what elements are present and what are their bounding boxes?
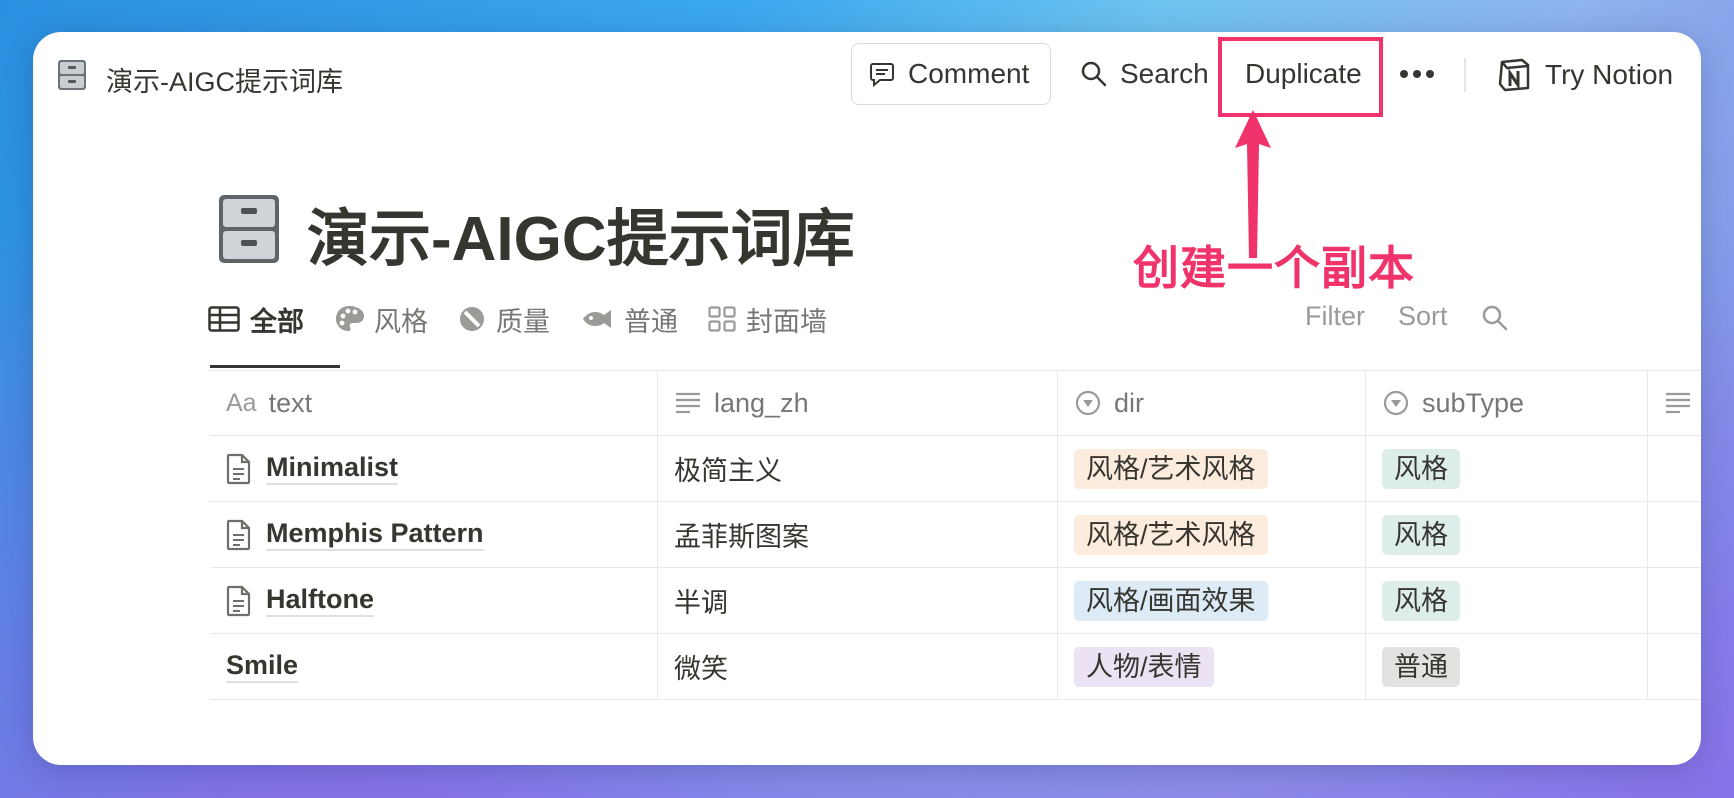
lang-zh-cell[interactable]: 孟菲斯图案 bbox=[658, 502, 1058, 567]
table-row[interactable]: Memphis Pattern 孟菲斯图案 风格/艺术风格 风格 bbox=[210, 501, 1701, 567]
column-header-text[interactable]: Aa text bbox=[210, 371, 658, 435]
text-lines-icon bbox=[676, 392, 700, 414]
table-row[interactable]: Smile 微笑 人物/表情 普通 bbox=[210, 633, 1701, 700]
comment-label: Comment bbox=[908, 58, 1030, 89]
column-header-dir[interactable]: dir bbox=[1058, 371, 1366, 435]
file-cabinet-icon bbox=[219, 195, 279, 263]
tab-label: 封面墙 bbox=[746, 306, 827, 337]
dir-tag: 人物/表情 bbox=[1074, 646, 1214, 687]
dir-tag: 风格/艺术风格 bbox=[1074, 448, 1268, 489]
more-dot bbox=[1426, 70, 1434, 78]
more-dot bbox=[1400, 70, 1408, 78]
column-label: lang_zh bbox=[714, 387, 809, 418]
dir-cell[interactable]: 风格/画面效果 bbox=[1058, 568, 1366, 633]
try-notion-label: Try Notion bbox=[1545, 59, 1674, 90]
subtype-cell[interactable]: 普通 bbox=[1366, 634, 1648, 699]
active-tab-indicator bbox=[210, 365, 340, 368]
row-title[interactable]: Halftone bbox=[266, 584, 374, 618]
text-cell[interactable]: Minimalist bbox=[210, 436, 658, 501]
document-icon bbox=[226, 585, 251, 616]
text-property-icon: Aa bbox=[226, 388, 257, 417]
subtype-cell[interactable]: 风格 bbox=[1366, 568, 1648, 633]
subtype-cell[interactable]: 风格 bbox=[1366, 502, 1648, 567]
lang-zh-cell[interactable]: 极简主义 bbox=[658, 436, 1058, 501]
subtype-tag: 普通 bbox=[1382, 646, 1460, 687]
page-title: 演示-AIGC提示词库 bbox=[307, 205, 855, 274]
extra-cell[interactable] bbox=[1648, 502, 1701, 567]
file-cabinet-icon bbox=[58, 60, 86, 90]
table-icon bbox=[208, 306, 240, 332]
try-notion-button[interactable]: Try Notion bbox=[1497, 48, 1673, 102]
tab-label: 普通 bbox=[624, 306, 678, 337]
fish-icon bbox=[583, 310, 611, 328]
subtype-tag: 风格 bbox=[1382, 580, 1460, 621]
tab-label: 质量 bbox=[496, 306, 550, 337]
notion-logo-icon bbox=[1498, 58, 1530, 92]
dir-tag: 风格/画面效果 bbox=[1074, 580, 1268, 621]
breadcrumb[interactable]: 演示-AIGC提示词库 bbox=[106, 60, 343, 99]
tab-label: 全部 bbox=[250, 306, 304, 337]
column-header-more[interactable] bbox=[1648, 371, 1701, 435]
subtype-cell[interactable]: 风格 bbox=[1366, 436, 1648, 501]
dir-cell[interactable]: 风格/艺术风格 bbox=[1058, 502, 1366, 567]
table-row[interactable]: Minimalist 极简主义 风格/艺术风格 风格 bbox=[210, 435, 1701, 501]
subtype-tag: 风格 bbox=[1382, 448, 1460, 489]
column-header-subtype[interactable]: subType bbox=[1366, 371, 1648, 435]
text-lines-icon bbox=[1666, 392, 1690, 414]
highlight-box bbox=[1218, 37, 1383, 117]
tab-normal[interactable]: 普通 bbox=[580, 294, 678, 344]
extra-cell[interactable] bbox=[1648, 568, 1701, 633]
document-icon bbox=[226, 519, 251, 550]
table-header-row: Aa text lang_zh dir subType bbox=[210, 370, 1701, 435]
sort-button[interactable]: Sort bbox=[1398, 301, 1448, 332]
lang-zh-cell[interactable]: 半调 bbox=[658, 568, 1058, 633]
search-icon bbox=[1081, 61, 1107, 87]
comment-button[interactable]: Comment bbox=[851, 43, 1051, 105]
topbar-divider bbox=[1464, 58, 1466, 92]
search-label: Search bbox=[1120, 58, 1209, 89]
comment-icon bbox=[870, 63, 894, 88]
subtype-tag: 风格 bbox=[1382, 514, 1460, 555]
select-icon bbox=[1383, 390, 1409, 416]
tab-gallery[interactable]: 封面墙 bbox=[708, 294, 827, 344]
text-cell[interactable]: Halftone bbox=[210, 568, 658, 633]
more-options-button[interactable] bbox=[1393, 56, 1441, 92]
row-title[interactable]: Smile bbox=[226, 650, 299, 684]
dir-cell[interactable]: 风格/艺术风格 bbox=[1058, 436, 1366, 501]
search-button[interactable]: Search bbox=[1080, 46, 1209, 102]
document-icon bbox=[226, 453, 251, 484]
text-cell[interactable]: Memphis Pattern bbox=[210, 502, 658, 567]
select-icon bbox=[1075, 390, 1101, 416]
column-header-lang-zh[interactable]: lang_zh bbox=[658, 371, 1058, 435]
tab-label: 风格 bbox=[374, 306, 428, 337]
database-table: Aa text lang_zh dir subType Minimalist 极… bbox=[210, 370, 1701, 700]
notion-window: 演示-AIGC提示词库 Comment Search Duplicate Try… bbox=[33, 32, 1701, 765]
column-label: subType bbox=[1422, 387, 1525, 418]
filter-button[interactable]: Filter bbox=[1305, 301, 1365, 332]
text-cell[interactable]: Smile bbox=[210, 634, 658, 699]
tab-quality[interactable]: 质量 bbox=[458, 294, 550, 344]
column-label: dir bbox=[1114, 387, 1145, 418]
row-title[interactable]: Minimalist bbox=[266, 452, 399, 486]
view-tabs: 全部 风格 质量 普通 封面墙 bbox=[208, 294, 857, 344]
annotation-text: 创建一个副本 bbox=[1133, 242, 1415, 294]
gallery-icon bbox=[708, 306, 736, 332]
extra-cell[interactable] bbox=[1648, 436, 1701, 501]
table-row[interactable]: Halftone 半调 风格/画面效果 风格 bbox=[210, 567, 1701, 633]
tab-style[interactable]: 风格 bbox=[334, 294, 428, 344]
column-label: text bbox=[268, 387, 313, 418]
table-search-icon[interactable] bbox=[1481, 304, 1509, 332]
more-dot bbox=[1413, 70, 1421, 78]
lang-zh-cell[interactable]: 微笑 bbox=[658, 634, 1058, 699]
extra-cell[interactable] bbox=[1648, 634, 1701, 699]
dir-tag: 风格/艺术风格 bbox=[1074, 514, 1268, 555]
quality-circle-icon bbox=[460, 307, 484, 331]
row-title[interactable]: Memphis Pattern bbox=[266, 518, 484, 552]
tab-all[interactable]: 全部 bbox=[208, 294, 304, 344]
dir-cell[interactable]: 人物/表情 bbox=[1058, 634, 1366, 699]
palette-icon bbox=[336, 306, 364, 331]
topbar: 演示-AIGC提示词库 Comment Search Duplicate Try… bbox=[33, 32, 1701, 118]
